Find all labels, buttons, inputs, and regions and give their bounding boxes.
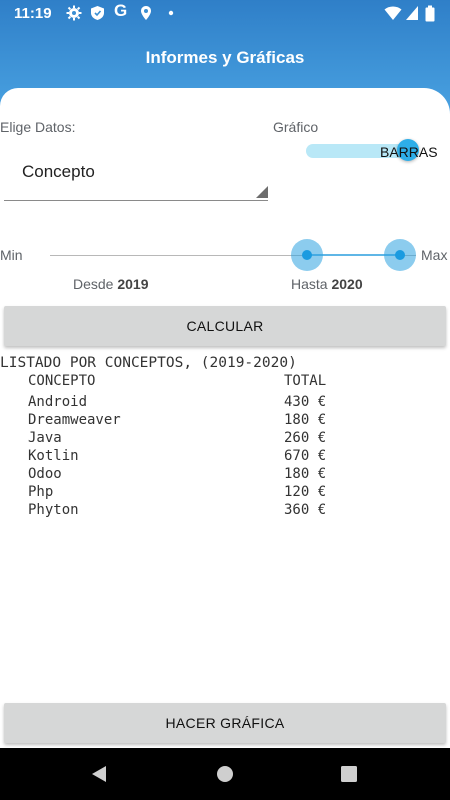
spinner-value: Concepto <box>22 162 95 181</box>
data-label: Elige Datos: <box>0 119 76 135</box>
row-concept: Phyton <box>28 502 79 518</box>
home-icon[interactable] <box>216 765 234 788</box>
switch-text: BARRAS <box>380 144 438 160</box>
google-icon: G <box>114 1 128 20</box>
list-item: Dreamweaver 180 € <box>0 412 450 430</box>
list-item: Kotlin 670 € <box>0 448 450 466</box>
row-total: 180 € <box>284 412 327 428</box>
col-header-total: TOTAL <box>284 373 327 389</box>
battery-icon <box>425 5 435 25</box>
status-bar: 11:19 G <box>0 0 450 28</box>
row-concept: Dreamweaver <box>28 412 121 428</box>
back-icon[interactable] <box>90 765 108 788</box>
row-total: 360 € <box>284 502 327 518</box>
wifi-icon <box>384 5 402 24</box>
range-min-label: Min <box>0 247 23 263</box>
data-spinner[interactable]: Concepto <box>4 150 268 201</box>
range-from-prefix: Desde <box>73 276 114 292</box>
settings-icon <box>66 5 82 24</box>
range-from-value: 2019 <box>117 276 149 292</box>
list-item: Phyton 360 € <box>0 502 450 520</box>
list-item: Odoo 180 € <box>0 466 450 484</box>
list-item: Android 430 € <box>0 394 450 412</box>
row-total: 670 € <box>284 448 327 464</box>
range-from-text: Desde 2019 <box>73 276 149 292</box>
range-to-value: 2020 <box>331 276 363 292</box>
dot-icon <box>168 5 174 24</box>
shield-icon <box>90 5 105 24</box>
signal-icon <box>405 5 419 24</box>
range-thumb-to[interactable] <box>384 239 416 271</box>
list-item: Java 260 € <box>0 430 450 448</box>
row-concept: Android <box>28 394 88 410</box>
list-item: Php 120 € <box>0 484 450 502</box>
recents-icon[interactable] <box>341 766 357 787</box>
row-concept: Odoo <box>28 466 62 482</box>
row-concept: Kotlin <box>28 448 79 464</box>
range-thumb-from[interactable] <box>291 239 323 271</box>
range-max-label: Max <box>421 247 448 263</box>
range-to-text: Hasta 2020 <box>291 276 363 292</box>
make-chart-button[interactable]: HACER GRÁFICA <box>4 703 446 743</box>
row-total: 430 € <box>284 394 327 410</box>
status-time: 11:19 <box>14 5 52 22</box>
row-concept: Php <box>28 484 54 500</box>
report-heading: LISTADO POR CONCEPTOS, (2019-2020) <box>0 355 297 371</box>
row-total: 260 € <box>284 430 327 446</box>
page-title: Informes y Gráficas <box>145 48 305 67</box>
row-total: 180 € <box>284 466 327 482</box>
range-to-prefix: Hasta <box>291 276 328 292</box>
location-icon <box>140 5 152 24</box>
col-header-concept: CONCEPTO <box>28 373 96 389</box>
calculate-button[interactable]: CALCULAR <box>4 306 446 346</box>
report-list: Android 430 € Dreamweaver 180 € Java 260 € … <box>0 394 450 520</box>
dropdown-arrow-icon <box>256 186 268 198</box>
navigation-bar <box>0 748 450 800</box>
row-concept: Java <box>28 430 62 446</box>
row-total: 120 € <box>284 484 327 500</box>
chart-label: Gráfico <box>273 119 319 135</box>
